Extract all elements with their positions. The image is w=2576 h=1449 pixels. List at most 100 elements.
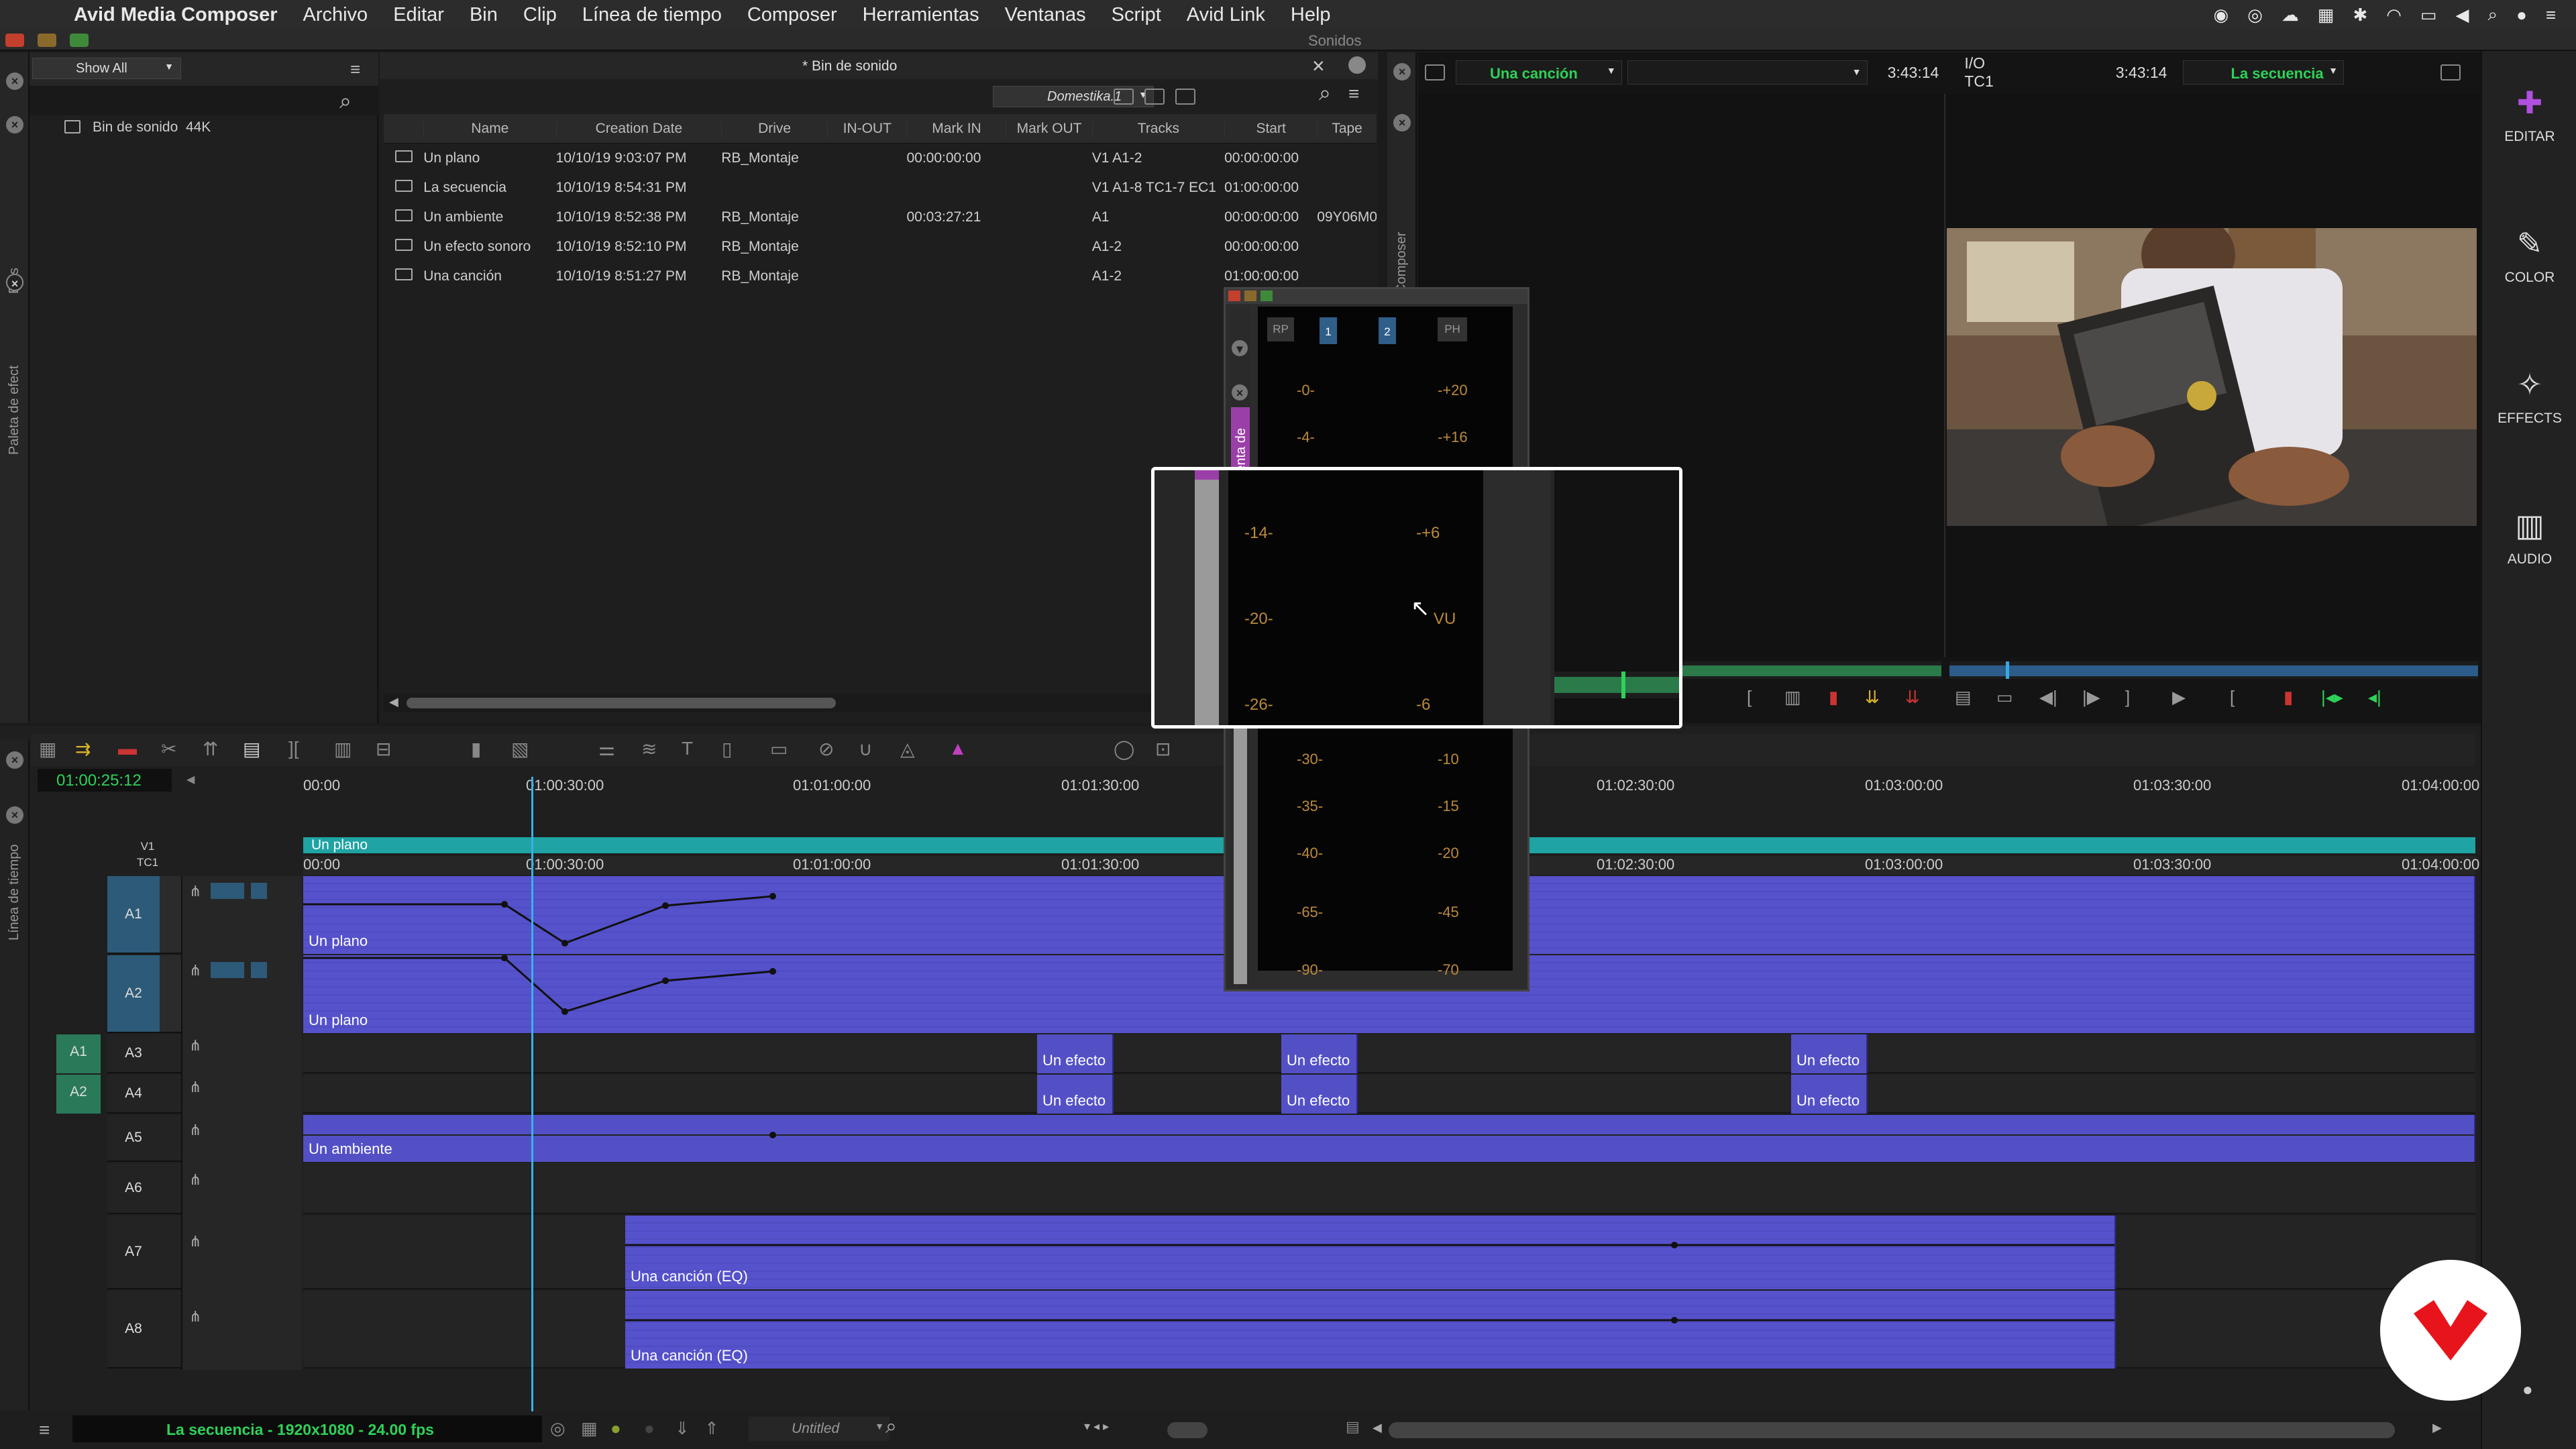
audio-mix-icon[interactable]: ⚌ <box>598 738 615 760</box>
clip-efecto-a3[interactable]: Un efecto <box>1037 1034 1114 1073</box>
close-icon[interactable]: × <box>6 72 23 90</box>
track-label-a6[interactable]: A6 <box>107 1163 160 1213</box>
spotlight-search-icon[interactable]: ⌕ <box>2488 4 2498 25</box>
play-icon[interactable]: ▶ <box>2172 687 2186 708</box>
close-window-button[interactable] <box>5 34 24 47</box>
chevron-left-icon[interactable]: ◀ <box>186 773 195 786</box>
column-header[interactable]: Name <box>423 120 555 137</box>
menu-script[interactable]: Script <box>1112 4 1161 26</box>
menu-list-icon[interactable]: ≡ <box>2546 5 2556 25</box>
menu-composer[interactable]: Composer <box>747 4 837 26</box>
wifi-icon[interactable]: ◠ <box>2386 5 2402 25</box>
search-icon[interactable]: ⌕ <box>885 1415 897 1438</box>
composer-settings-icon[interactable] <box>2440 64 2461 80</box>
chevron-down-icon[interactable]: ● <box>2522 1379 2533 1400</box>
source-track-a2[interactable]: A2 <box>56 1075 101 1114</box>
top-icon[interactable]: ▮ <box>471 738 481 760</box>
column-header[interactable]: IN-OUT <box>827 120 906 137</box>
close-icon[interactable]: ▾ <box>1232 340 1248 356</box>
channel-2-button[interactable]: 2 <box>1379 317 1396 344</box>
clip-efecto-a3[interactable]: Un efecto <box>1791 1034 1868 1073</box>
track-a4-area[interactable]: Un efecto Un efecto Un efecto <box>303 1075 2475 1114</box>
track-label-a4[interactable]: A4 <box>107 1075 160 1112</box>
audio-mix-icon[interactable] <box>211 883 244 899</box>
render-icon[interactable]: ▭ <box>770 738 788 760</box>
bin-table-row[interactable]: Un efecto sonoro 10/10/19 8:52:10 PM RB_Mo… <box>384 232 1377 262</box>
workspace-editar[interactable]: ✚ EDITAR <box>2482 85 2576 145</box>
waveform-icon[interactable]: ⋔ <box>189 1171 201 1189</box>
clip-efecto-a4[interactable]: Un efecto <box>1037 1075 1114 1114</box>
timeline-scroll-thumb[interactable] <box>1389 1422 2395 1438</box>
cut-icon[interactable]: ✂ <box>161 738 176 760</box>
down-arrow-icon[interactable]: ⇓ <box>675 1418 690 1439</box>
record-icon[interactable]: ◉ <box>2214 5 2229 25</box>
workspace-color[interactable]: ✎ COLOR <box>2482 225 2576 286</box>
bins-vertical-tab[interactable]: × × Bins × Paleta de efect <box>0 52 30 723</box>
column-header[interactable]: Drive <box>721 120 827 137</box>
column-header[interactable]: Start <box>1224 120 1317 137</box>
mark-clip-icon[interactable]: ▮ <box>1829 687 1838 708</box>
workspace-dropdown[interactable]: Untitled ▼ <box>749 1417 890 1441</box>
composer-menu-icon[interactable] <box>1425 64 1445 80</box>
waveform-icon[interactable]: ⋔ <box>189 1308 201 1326</box>
scroll-right-icon[interactable]: ▶ <box>2432 1421 2442 1435</box>
track-label-v1[interactable]: V1 <box>107 840 188 855</box>
splice-in-icon[interactable]: ⇉ <box>75 738 91 760</box>
close-icon[interactable]: × <box>1393 114 1411 131</box>
hamburger-menu-icon[interactable]: ≡ <box>39 1419 50 1441</box>
up-arrow-icon[interactable]: ⇑ <box>704 1418 719 1439</box>
menu-editar[interactable]: Editar <box>393 4 444 26</box>
menu-avid-link[interactable]: Avid Link <box>1187 4 1265 26</box>
app-menu[interactable]: Avid Media Composer <box>74 4 277 26</box>
clip-a5[interactable]: Un ambiente <box>303 1115 2475 1162</box>
track-label-a2[interactable]: A2 <box>107 955 160 1032</box>
minimize-window-button[interactable] <box>1244 290 1256 301</box>
waveform-icon[interactable]: ⋔ <box>189 1122 201 1139</box>
scroll-left-icon[interactable]: ◀ <box>389 695 398 709</box>
solo-button[interactable] <box>251 962 267 978</box>
timeline-position-indicator[interactable] <box>531 777 533 1425</box>
marker-icon[interactable]: ▲ <box>949 738 967 759</box>
menu-archivo[interactable]: Archivo <box>303 4 368 26</box>
sync-icon[interactable]: ◎ <box>2247 5 2263 25</box>
zoom-window-button[interactable] <box>70 34 89 47</box>
trim-icon[interactable]: ][ <box>288 738 299 759</box>
clip-a7[interactable]: Una canción (EQ) <box>625 1216 2116 1289</box>
color-correction-icon[interactable]: ● <box>610 1418 621 1439</box>
close-window-button[interactable] <box>1228 290 1240 301</box>
zoom-slider-thumb[interactable] <box>1167 1422 1208 1438</box>
sequence-icon[interactable]: ▧ <box>511 738 529 760</box>
grid-icon[interactable]: ▦ <box>2318 5 2334 25</box>
track-label-a8[interactable]: A8 <box>107 1291 160 1367</box>
column-header[interactable]: Mark OUT <box>1006 120 1091 137</box>
track-label-tc1[interactable]: TC1 <box>107 856 188 873</box>
trim-icon[interactable]: |◂▸ <box>2321 687 2343 708</box>
record-position-bar[interactable] <box>1949 661 2478 679</box>
record-monitor-menu-icon[interactable]: ▭ <box>1996 687 2013 708</box>
eq-icon[interactable]: ≋ <box>641 738 657 760</box>
track-label-a5[interactable]: A5 <box>107 1115 160 1161</box>
menu-help[interactable]: Help <box>1291 4 1331 26</box>
timeline-menu-icon[interactable]: ▦ <box>39 738 56 760</box>
grid-icon[interactable]: ▦ <box>581 1418 598 1439</box>
overwrite-icon[interactable]: ▬ <box>118 738 137 759</box>
lift-icon[interactable]: ▮ <box>2284 687 2293 708</box>
track-label-a7[interactable]: A7 <box>107 1216 160 1288</box>
track-a5-area[interactable]: Un ambiente <box>303 1115 2475 1162</box>
menu-linea-de-tiempo[interactable]: Línea de tiempo <box>582 4 722 26</box>
splice-in-icon[interactable]: ⇊ <box>1865 687 1880 708</box>
clip-efecto-a4[interactable]: Un efecto <box>1791 1075 1868 1114</box>
ph-button[interactable]: PH <box>1438 317 1467 341</box>
waveform-icon[interactable]: ⋔ <box>189 962 201 979</box>
close-icon[interactable]: × <box>6 806 23 824</box>
column-header[interactable]: Mark IN <box>906 120 1006 137</box>
list-view-icon[interactable] <box>1114 89 1134 105</box>
lift-icon[interactable]: ⇈ <box>203 738 218 760</box>
mark-out-icon[interactable]: ] <box>2125 687 2130 708</box>
menu-ventanas[interactable]: Ventanas <box>1005 4 1086 26</box>
siri-icon[interactable]: ● <box>2516 5 2527 25</box>
close-icon[interactable]: × <box>6 274 23 291</box>
disable-icon[interactable]: ⊘ <box>818 738 834 760</box>
bin-list-item[interactable]: Bin de sonido 44K <box>64 119 211 136</box>
column-header[interactable]: Tracks <box>1091 120 1224 137</box>
